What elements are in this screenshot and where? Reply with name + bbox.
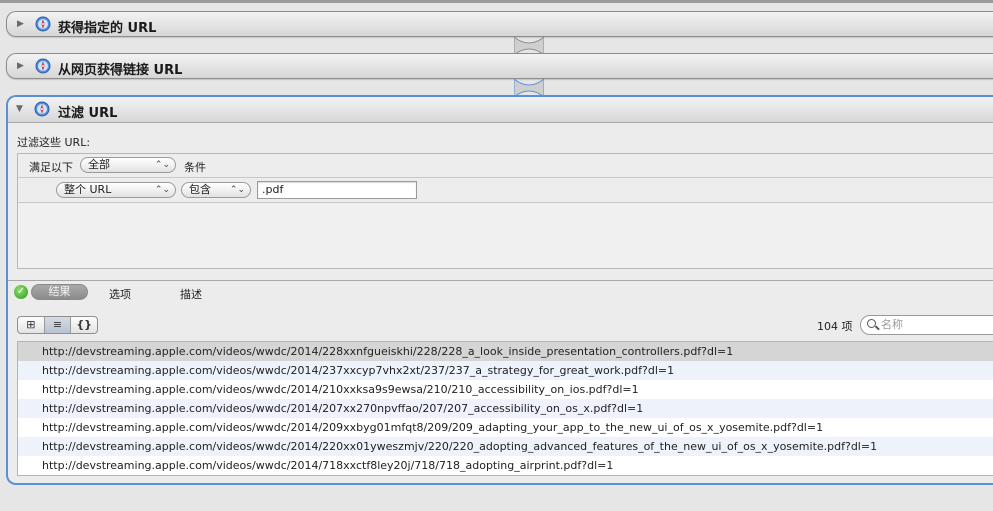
rule-value-input[interactable]: .pdf: [257, 181, 417, 199]
code-view-button[interactable]: {}: [71, 317, 97, 333]
success-checkmark-icon: ✓: [14, 285, 28, 299]
item-count: 104 项: [817, 320, 853, 333]
list-item[interactable]: http://devstreaming.apple.com/videos/wwd…: [18, 456, 993, 475]
list-item[interactable]: http://devstreaming.apple.com/videos/wwd…: [18, 437, 993, 456]
rule-field-popup[interactable]: 整个 URL ⌃⌄: [56, 182, 176, 198]
disclosure-triangle-icon[interactable]: ▶: [17, 61, 24, 71]
view-mode-segmented-control: ⊞ ≡ {}: [17, 316, 98, 334]
list-item[interactable]: http://devstreaming.apple.com/videos/wwd…: [18, 380, 993, 399]
rule-operator-popup[interactable]: 包含 ⌃⌄: [181, 182, 251, 198]
list-item[interactable]: http://devstreaming.apple.com/videos/wwd…: [18, 418, 993, 437]
popup-arrows-icon: ⌃⌄: [154, 160, 170, 170]
tab-description[interactable]: 描述: [180, 286, 202, 302]
action-title: 过滤 URL: [58, 106, 118, 121]
action-title: 从网页获得链接 URL: [58, 63, 183, 78]
list-item[interactable]: http://devstreaming.apple.com/videos/wwd…: [18, 361, 993, 380]
popup-arrows-icon: ⌃⌄: [154, 185, 170, 195]
results-list[interactable]: http://devstreaming.apple.com/videos/wwd…: [17, 341, 993, 476]
filter-label: 过滤这些 URL:: [17, 136, 91, 149]
tab-options[interactable]: 选项: [109, 286, 131, 302]
action-filter-urls: ▼ 过滤 URL 过滤这些 URL: 满足以下 全部 ⌃⌄ 条件 整个 URL …: [6, 95, 993, 485]
action-get-specified-urls[interactable]: ▶ 获得指定的 URL: [6, 11, 993, 37]
safari-compass-icon: [35, 16, 51, 35]
match-prefix-label: 满足以下: [29, 161, 73, 174]
list-view-button[interactable]: ≡: [44, 317, 72, 333]
action-get-link-urls[interactable]: ▶ 从网页获得链接 URL: [6, 53, 993, 79]
action-header[interactable]: ▼ 过滤 URL: [8, 97, 993, 123]
safari-compass-icon: [35, 58, 51, 77]
match-suffix-label: 条件: [184, 161, 206, 174]
action-title: 获得指定的 URL: [58, 21, 157, 36]
rule-field-value: 整个 URL: [64, 183, 112, 196]
panel-divider: [8, 280, 993, 281]
list-item[interactable]: http://devstreaming.apple.com/videos/wwd…: [18, 399, 993, 418]
match-mode-value: 全部: [88, 158, 110, 171]
criteria-match-row: 满足以下 全部 ⌃⌄ 条件: [18, 154, 993, 178]
disclosure-triangle-icon[interactable]: ▶: [17, 19, 24, 29]
rule-operator-value: 包含: [189, 183, 211, 196]
tab-results[interactable]: 结果: [31, 284, 88, 300]
icon-view-button[interactable]: ⊞: [18, 317, 45, 333]
result-tabs: ✓ 结果 选项 描述: [8, 282, 993, 304]
match-mode-popup[interactable]: 全部 ⌃⌄: [80, 157, 176, 173]
search-placeholder: 名称: [881, 318, 903, 331]
disclosure-triangle-open-icon[interactable]: ▼: [16, 104, 23, 114]
list-item[interactable]: http://devstreaming.apple.com/videos/wwd…: [18, 342, 993, 361]
search-icon: [867, 319, 876, 328]
safari-compass-icon: [34, 101, 50, 120]
criteria-rule-row: 整个 URL ⌃⌄ 包含 ⌃⌄ .pdf: [18, 178, 993, 203]
popup-arrows-icon: ⌃⌄: [229, 185, 245, 195]
window-top-edge: [0, 0, 993, 3]
search-field[interactable]: 名称: [860, 315, 993, 335]
criteria-editor: 满足以下 全部 ⌃⌄ 条件 整个 URL ⌃⌄ 包含 ⌃⌄ .pdf: [17, 153, 993, 269]
